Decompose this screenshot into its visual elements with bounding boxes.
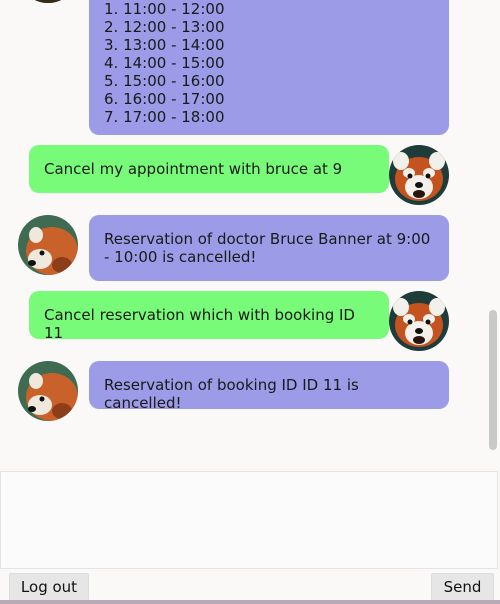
chat-scrollbar-thumb[interactable] xyxy=(489,310,497,450)
send-button[interactable]: Send xyxy=(431,573,494,601)
bot-avatar-icon xyxy=(18,215,78,275)
time-slot-item: 4. 14:00 - 15:00 xyxy=(104,54,225,72)
user-message-cancel-bruce: Cancel my appointment with bruce at 9 xyxy=(29,145,389,193)
time-slot-item: 1. 11:00 - 12:00 xyxy=(104,0,225,18)
user-message-cancel-booking-id: Cancel reservation which with booking ID… xyxy=(29,291,389,342)
time-slot-item: 7. 17:00 - 18:00 xyxy=(104,108,225,126)
time-slot-item: 2. 12:00 - 13:00 xyxy=(104,18,225,36)
bot-message-cancel-bruce: Reservation of doctor Bruce Banner at 9:… xyxy=(89,215,449,281)
time-slot-item: 6. 16:00 - 17:00 xyxy=(104,90,225,108)
message-input[interactable] xyxy=(0,471,498,569)
logout-button[interactable]: Log out xyxy=(9,573,89,601)
bot-message-cancel-booking-id: Reservation of booking ID ID 11 is cance… xyxy=(89,361,449,412)
chat-history[interactable]: 1. 11:00 - 12:00 2. 12:00 - 13:00 3. 13:… xyxy=(0,0,500,470)
message-text: Cancel reservation which with booking ID… xyxy=(44,306,355,342)
bot-message-time-slots: 1. 11:00 - 12:00 2. 12:00 - 13:00 3. 13:… xyxy=(89,0,449,135)
message-text: Reservation of booking ID ID 11 is cance… xyxy=(104,376,359,412)
bot-avatar-icon xyxy=(18,361,78,421)
message-text: Reservation of doctor Bruce Banner at 9:… xyxy=(104,230,431,266)
bot-avatar-icon xyxy=(18,0,78,3)
time-slot-item: 5. 15:00 - 16:00 xyxy=(104,72,225,90)
time-slot-item: 3. 13:00 - 14:00 xyxy=(104,36,225,54)
message-text: Cancel my appointment with bruce at 9 xyxy=(44,160,343,178)
time-slot-list: 1. 11:00 - 12:00 2. 12:00 - 13:00 3. 13:… xyxy=(104,0,434,126)
user-avatar-icon xyxy=(389,291,449,351)
user-avatar-icon xyxy=(389,145,449,205)
bottom-divider xyxy=(0,600,500,604)
